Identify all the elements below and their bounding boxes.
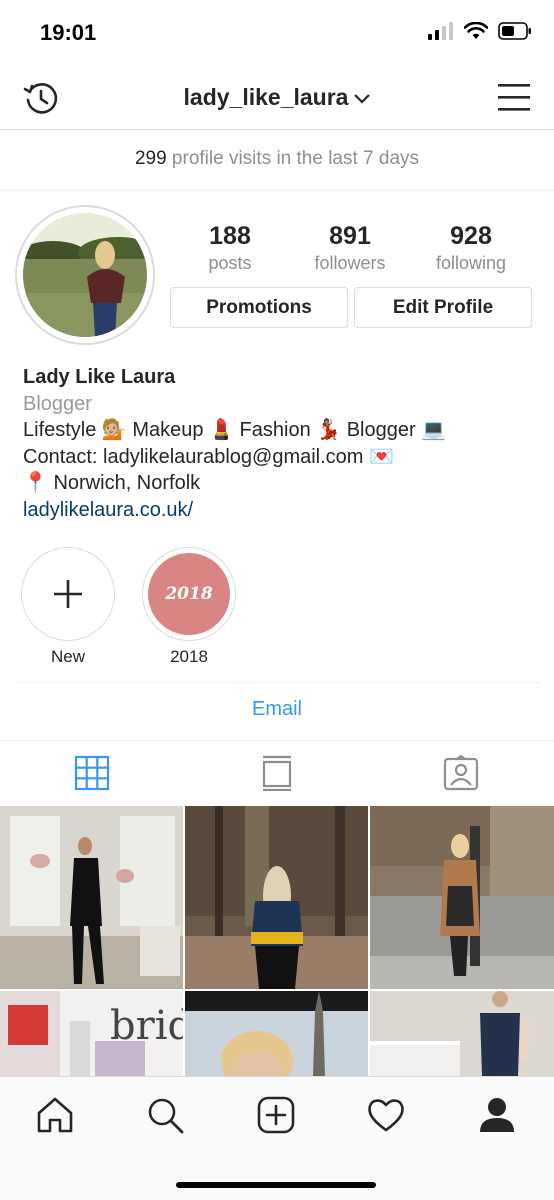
profile-avatar-ring[interactable] bbox=[15, 205, 155, 345]
signal-icon bbox=[428, 22, 453, 40]
status-time: 19:01 bbox=[40, 20, 97, 45]
followers-label: followers bbox=[314, 253, 386, 273]
new-highlight-circle bbox=[21, 547, 115, 641]
highlight-2018-ring: 2018 bbox=[142, 547, 236, 641]
visits-count: 299 bbox=[134, 148, 167, 169]
profile-visits-banner[interactable]: 299 profile visits in the last 7 days bbox=[0, 131, 554, 191]
highlight-new-label: New bbox=[50, 647, 85, 666]
username-switcher[interactable]: lady_like_laura bbox=[0, 84, 554, 111]
highlight-2018-cover-text: 2018 bbox=[165, 584, 213, 604]
add-post-icon[interactable] bbox=[256, 1095, 296, 1135]
plus-icon bbox=[54, 580, 82, 608]
website-link[interactable]: ladylikelaura.co.uk/ bbox=[23, 497, 543, 524]
status-icons bbox=[428, 22, 532, 40]
category-label: Blogger bbox=[23, 392, 92, 415]
tagged-icon[interactable] bbox=[443, 755, 479, 791]
profile-icon[interactable] bbox=[477, 1095, 517, 1135]
grid-post[interactable] bbox=[370, 991, 554, 1076]
menu-icon[interactable] bbox=[498, 82, 530, 112]
battery-icon bbox=[498, 22, 531, 40]
home-icon[interactable] bbox=[35, 1095, 75, 1135]
bio-line-1: Lifestyle 💁🏼 Makeup 💄 Fashion 💃🏽 Blogger… bbox=[23, 419, 447, 441]
grid-post[interactable] bbox=[185, 806, 368, 989]
highlight-2018-cover: 2018 bbox=[148, 553, 230, 635]
username: lady_like_laura bbox=[183, 84, 349, 110]
highlight-2018[interactable]: 2018 2018 bbox=[142, 547, 236, 667]
bio-line-2: Contact: ladylikelaurablog@gmail.com 💌 bbox=[23, 445, 394, 468]
profile-header: lady_like_laura bbox=[0, 66, 554, 130]
search-icon[interactable] bbox=[145, 1095, 185, 1135]
home-indicator bbox=[176, 1182, 376, 1188]
grid-icon[interactable] bbox=[74, 755, 110, 791]
avatar bbox=[23, 213, 147, 337]
display-name: Lady Like Laura bbox=[23, 366, 176, 388]
highlight-2018-label: 2018 bbox=[170, 647, 208, 666]
followers-count: 891 bbox=[329, 222, 371, 250]
edit-profile-button[interactable]: Edit Profile bbox=[354, 287, 532, 328]
photo-grid: bride bbox=[0, 806, 554, 1076]
profile-bio: Lady Like Laura Blogger Lifestyle 💁🏼 Mak… bbox=[23, 364, 543, 523]
profile-tabs bbox=[0, 740, 554, 806]
heart-icon[interactable] bbox=[366, 1095, 406, 1135]
visits-text: profile visits in the last 7 days bbox=[171, 148, 420, 169]
divider bbox=[15, 682, 539, 683]
stat-following[interactable]: 928 following bbox=[411, 222, 531, 274]
email-button[interactable]: Email bbox=[0, 698, 554, 721]
stat-followers[interactable]: 891 followers bbox=[290, 222, 410, 274]
posts-count: 188 bbox=[209, 222, 251, 250]
grid-post[interactable] bbox=[0, 806, 183, 989]
highlight-new[interactable]: New bbox=[21, 547, 115, 667]
following-count: 928 bbox=[450, 222, 492, 250]
following-label: following bbox=[435, 253, 507, 273]
svg-text:bride: bride bbox=[110, 1003, 183, 1049]
grid-post[interactable] bbox=[185, 991, 368, 1076]
grid-post[interactable]: bride bbox=[0, 991, 183, 1076]
promotions-button[interactable]: Promotions bbox=[170, 287, 348, 328]
bio-line-3: 📍 Norwich, Norfolk bbox=[23, 472, 201, 494]
chevron-down-icon bbox=[354, 94, 371, 104]
stat-posts[interactable]: 188 posts bbox=[170, 222, 290, 274]
grid-post[interactable] bbox=[370, 806, 554, 989]
feed-icon[interactable] bbox=[259, 755, 295, 791]
wifi-icon bbox=[464, 22, 488, 39]
status-bar: 19:01 bbox=[0, 0, 554, 66]
posts-label: posts bbox=[208, 253, 252, 273]
